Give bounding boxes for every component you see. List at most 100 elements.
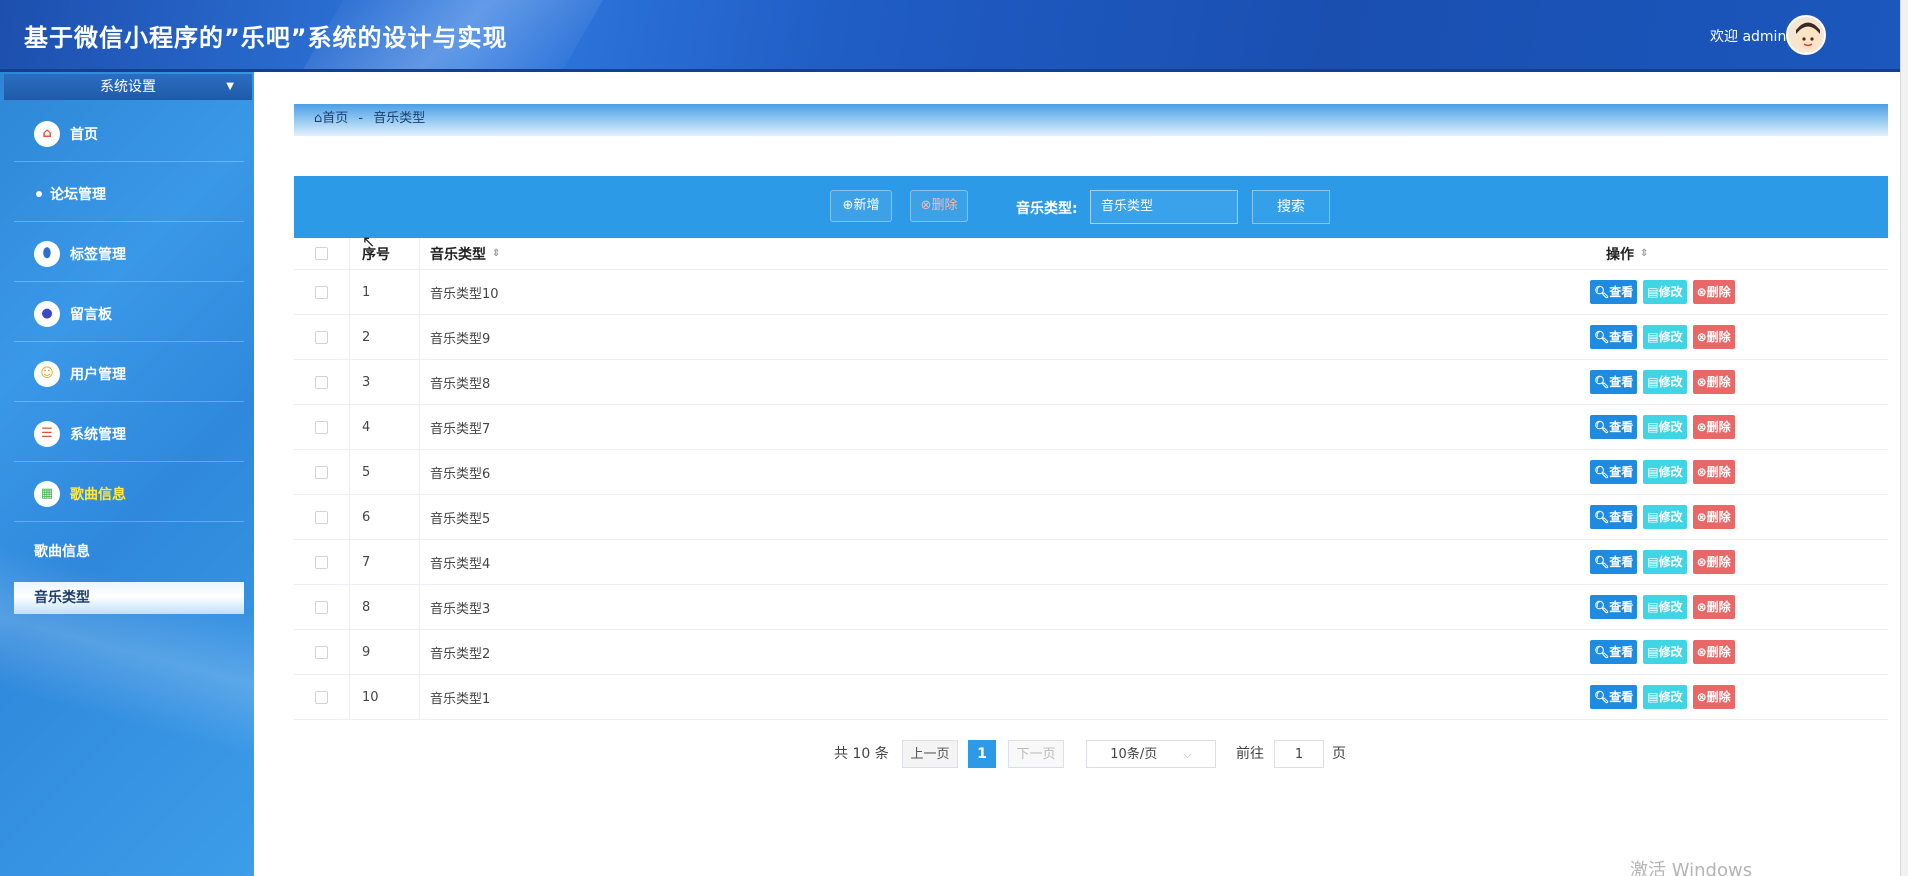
row-checkbox[interactable] bbox=[315, 510, 328, 524]
add-button[interactable]: ⊕新增 bbox=[830, 190, 892, 222]
delete-button[interactable]: ⊗ 删除 bbox=[1692, 370, 1735, 394]
edit-button[interactable]: ▤ 修改 bbox=[1643, 280, 1687, 304]
sidebar-header[interactable]: 系统设置 ▼ bbox=[4, 74, 252, 100]
table-row: 8 音乐类型3 🔍︎ 查看 ▤ 修改 ⊗ 删除 bbox=[294, 585, 1888, 630]
row-index: 4 bbox=[350, 405, 420, 449]
sidebar-item-forum[interactable]: 论坛管理 bbox=[14, 166, 244, 222]
message-icon: ● bbox=[34, 300, 60, 327]
sidebar-item-tags[interactable]: ⬮ 标签管理 bbox=[14, 226, 244, 282]
delete-button[interactable]: ⊗ 删除 bbox=[1692, 460, 1735, 484]
delete-button[interactable]: ⊗ 删除 bbox=[1692, 280, 1735, 304]
delete-label: 删除 bbox=[1706, 510, 1731, 524]
row-name-label: 音乐类型3 bbox=[430, 601, 491, 617]
row-checkbox[interactable] bbox=[315, 645, 328, 659]
close-circle-icon: ⊗ bbox=[1696, 600, 1707, 614]
row-index-label: 10 bbox=[362, 689, 379, 705]
sort-icon[interactable]: ⇕ bbox=[1640, 248, 1648, 259]
view-button[interactable]: 🔍︎ 查看 bbox=[1590, 595, 1638, 619]
page-size-select[interactable]: 10条/页 ⌵ bbox=[1086, 740, 1216, 768]
edit-button[interactable]: ▤ 修改 bbox=[1643, 640, 1687, 664]
edit-button[interactable]: ▤ 修改 bbox=[1643, 505, 1687, 529]
view-button[interactable]: 🔍︎ 查看 bbox=[1590, 685, 1638, 709]
row-checkbox-cell bbox=[294, 585, 350, 629]
select-all-checkbox[interactable] bbox=[315, 247, 328, 260]
row-checkbox[interactable] bbox=[315, 420, 328, 434]
close-circle-icon: ⊗ bbox=[1696, 465, 1707, 479]
view-button[interactable]: 🔍︎ 查看 bbox=[1590, 505, 1638, 529]
row-checkbox[interactable] bbox=[315, 600, 328, 614]
prev-page-button[interactable]: 上一页 bbox=[902, 740, 958, 768]
view-button[interactable]: 🔍︎ 查看 bbox=[1590, 460, 1638, 484]
delete-button[interactable]: ⊗ 删除 bbox=[1692, 685, 1735, 709]
delete-button[interactable]: ⊗ 删除 bbox=[1692, 595, 1735, 619]
row-index-label: 2 bbox=[362, 329, 371, 345]
row-index-label: 5 bbox=[362, 464, 371, 480]
row-index-label: 7 bbox=[362, 554, 371, 570]
row-index: 5 bbox=[350, 450, 420, 494]
row-checkbox[interactable] bbox=[315, 690, 328, 704]
row-checkbox[interactable] bbox=[315, 555, 328, 569]
edit-button[interactable]: ▤ 修改 bbox=[1643, 460, 1687, 484]
delete-button[interactable]: ⊗ 删除 bbox=[1692, 415, 1735, 439]
view-button[interactable]: 🔍︎ 查看 bbox=[1590, 325, 1638, 349]
sidebar-item-home[interactable]: ⌂ 首页 bbox=[14, 106, 244, 162]
row-name-label: 音乐类型8 bbox=[430, 376, 491, 392]
user-icon: ☺ bbox=[34, 360, 60, 387]
edit-label: 修改 bbox=[1658, 600, 1683, 614]
row-index: 8 bbox=[350, 585, 420, 629]
sidebar-item-users[interactable]: ☺ 用户管理 bbox=[14, 346, 244, 402]
search-button[interactable]: 搜索 bbox=[1252, 190, 1330, 224]
next-page-button[interactable]: 下一页 bbox=[1008, 740, 1064, 768]
view-button[interactable]: 🔍︎ 查看 bbox=[1590, 415, 1638, 439]
close-circle-icon: ⊗ bbox=[1696, 510, 1707, 524]
breadcrumb-current: 音乐类型 bbox=[373, 111, 426, 126]
edit-button[interactable]: ▤ 修改 bbox=[1643, 325, 1687, 349]
search-icon: 🔍︎ bbox=[1594, 690, 1610, 704]
row-checkbox[interactable] bbox=[315, 330, 328, 344]
edit-button[interactable]: ▤ 修改 bbox=[1643, 550, 1687, 574]
row-checkbox-cell bbox=[294, 450, 350, 494]
header-ops-label: 操作 bbox=[1606, 246, 1634, 263]
view-label: 查看 bbox=[1609, 555, 1634, 569]
row-ops: 🔍︎ 查看 ▤ 修改 ⊗ 删除 bbox=[1590, 675, 1770, 719]
delete-button[interactable]: ⊗ 删除 bbox=[1692, 640, 1735, 664]
header-ops[interactable]: 操作 ⇕ bbox=[1590, 238, 1770, 269]
sort-icon[interactable]: ⇕ bbox=[492, 248, 500, 259]
sidebar-item-songs[interactable]: ▦ 歌曲信息 bbox=[14, 466, 244, 522]
view-button[interactable]: 🔍︎ 查看 bbox=[1590, 550, 1638, 574]
bulk-delete-button[interactable]: ⊗删除 bbox=[910, 190, 968, 222]
edit-button[interactable]: ▤ 修改 bbox=[1643, 595, 1687, 619]
music-type-input[interactable]: 音乐类型 bbox=[1090, 190, 1238, 224]
submenu-music-type[interactable]: 音乐类型 bbox=[14, 582, 244, 614]
row-checkbox[interactable] bbox=[315, 465, 328, 479]
view-button[interactable]: 🔍︎ 查看 bbox=[1590, 280, 1638, 304]
view-button[interactable]: 🔍︎ 查看 bbox=[1590, 370, 1638, 394]
sidebar-item-system[interactable]: ☰ 系统管理 bbox=[14, 406, 244, 462]
close-circle-icon: ⊗ bbox=[1696, 645, 1707, 659]
row-ops: 🔍︎ 查看 ▤ 修改 ⊗ 删除 bbox=[1590, 495, 1770, 539]
row-checkbox[interactable] bbox=[315, 285, 328, 299]
row-checkbox-cell bbox=[294, 405, 350, 449]
edit-icon: ▤ bbox=[1647, 555, 1659, 569]
breadcrumb-home[interactable]: 首页 bbox=[322, 111, 348, 126]
edit-button[interactable]: ▤ 修改 bbox=[1643, 685, 1687, 709]
window-edge bbox=[1900, 0, 1908, 876]
delete-button[interactable]: ⊗ 删除 bbox=[1692, 325, 1735, 349]
welcome-text: 欢迎 admin bbox=[1710, 29, 1787, 45]
submenu-song-info[interactable]: 歌曲信息 bbox=[14, 536, 244, 568]
row-name-label: 音乐类型9 bbox=[430, 331, 491, 347]
sidebar-item-messages[interactable]: ● 留言板 bbox=[14, 286, 244, 342]
view-label: 查看 bbox=[1609, 645, 1634, 659]
avatar[interactable] bbox=[1786, 15, 1826, 55]
delete-button[interactable]: ⊗ 删除 bbox=[1692, 550, 1735, 574]
view-button[interactable]: 🔍︎ 查看 bbox=[1590, 640, 1638, 664]
edit-button[interactable]: ▤ 修改 bbox=[1643, 370, 1687, 394]
current-page[interactable]: 1 bbox=[968, 740, 996, 768]
delete-button[interactable]: ⊗ 删除 bbox=[1692, 505, 1735, 529]
goto-page-input[interactable]: 1 bbox=[1274, 740, 1324, 768]
row-checkbox[interactable] bbox=[315, 375, 328, 389]
delete-label: 删除 bbox=[1706, 375, 1731, 389]
edit-button[interactable]: ▤ 修改 bbox=[1643, 415, 1687, 439]
filter-label: 音乐类型: bbox=[1016, 201, 1078, 217]
toolbar: ⊕新增 ⊗删除 音乐类型: 音乐类型 搜索 bbox=[294, 176, 1888, 238]
